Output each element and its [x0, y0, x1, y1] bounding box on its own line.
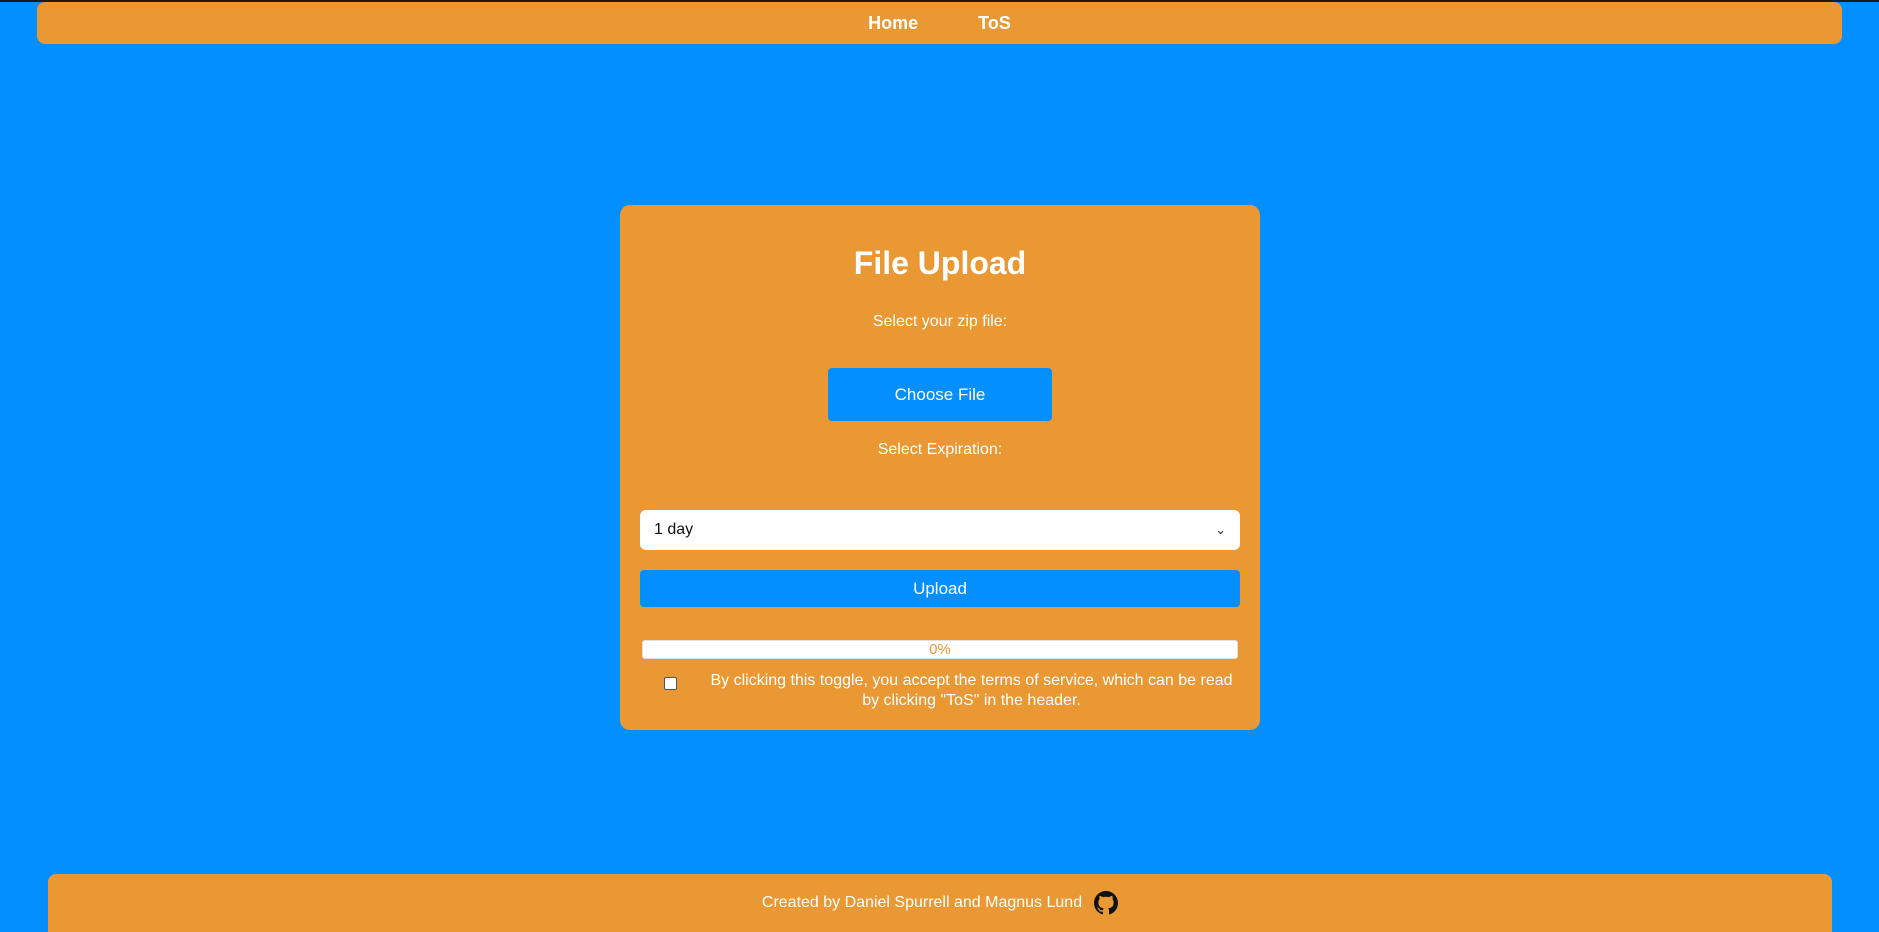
header-nav: Home ToS	[37, 2, 1842, 44]
page-title: File Upload	[853, 245, 1027, 281]
expiration-select[interactable]: 1 day ⌄	[640, 510, 1240, 550]
upload-progress-bar: 0%	[642, 640, 1238, 659]
upload-button[interactable]: Upload	[640, 570, 1240, 607]
tos-text: By clicking this toggle, you accept the …	[710, 672, 1233, 709]
nav-tos-link[interactable]: ToS	[978, 13, 1011, 34]
upload-card: File Upload Select your zip file: Choose…	[620, 205, 1260, 730]
progress-percent: 0%	[929, 641, 951, 658]
file-label: Select your zip file:	[872, 313, 1008, 330]
nav-home-link[interactable]: Home	[868, 13, 918, 34]
github-icon[interactable]	[1094, 891, 1119, 915]
chevron-down-icon: ⌄	[1215, 522, 1226, 537]
choose-file-button[interactable]: Choose File	[828, 368, 1052, 421]
footer: Created by Daniel Spurrell and Magnus Lu…	[48, 874, 1832, 932]
tos-checkbox[interactable]	[664, 677, 677, 690]
expiration-label: Select Expiration:	[877, 441, 1003, 458]
footer-credit: Created by Daniel Spurrell and Magnus Lu…	[761, 894, 1083, 911]
tos-row: By clicking this toggle, you accept the …	[662, 671, 1242, 711]
expiration-selected-value: 1 day	[654, 521, 694, 538]
